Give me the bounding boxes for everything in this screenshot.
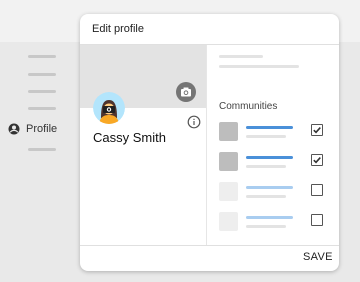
community-thumbnail bbox=[219, 182, 238, 201]
change-cover-button[interactable] bbox=[176, 82, 196, 102]
check-icon bbox=[313, 127, 321, 134]
column-divider bbox=[206, 45, 207, 245]
nav-item-placeholder[interactable] bbox=[28, 148, 56, 151]
info-icon bbox=[187, 115, 201, 129]
account-circle-icon bbox=[8, 123, 20, 135]
nav-item-profile-label: Profile bbox=[26, 123, 58, 135]
nav-item-placeholder[interactable] bbox=[28, 90, 56, 93]
community-detail-placeholder bbox=[246, 225, 286, 228]
camera-icon bbox=[181, 87, 191, 97]
community-checkbox[interactable] bbox=[311, 124, 323, 136]
community-detail-placeholder bbox=[246, 135, 286, 138]
nav-item-placeholder[interactable] bbox=[28, 107, 56, 110]
info-button[interactable] bbox=[187, 115, 201, 129]
community-name-placeholder bbox=[246, 186, 293, 189]
community-thumbnail bbox=[219, 152, 238, 171]
nav-item-placeholder[interactable] bbox=[28, 55, 56, 58]
community-name-placeholder bbox=[246, 126, 293, 129]
check-icon bbox=[313, 157, 321, 164]
communities-heading: Communities bbox=[219, 101, 278, 112]
save-button[interactable]: SAVE bbox=[303, 251, 333, 263]
text-placeholder bbox=[219, 65, 299, 68]
avatar[interactable] bbox=[93, 92, 125, 124]
dialog-title: Edit profile bbox=[92, 23, 144, 35]
community-name-placeholder bbox=[246, 216, 293, 219]
community-thumbnail bbox=[219, 122, 238, 141]
community-checkbox[interactable] bbox=[311, 154, 323, 166]
community-name-placeholder bbox=[246, 156, 293, 159]
edit-profile-dialog: Edit profile Cassy Smith Communities SAV… bbox=[80, 14, 339, 271]
profile-name: Cassy Smith bbox=[93, 130, 166, 145]
community-detail-placeholder bbox=[246, 195, 286, 198]
community-detail-placeholder bbox=[246, 165, 286, 168]
nav-item-placeholder[interactable] bbox=[28, 73, 56, 76]
text-placeholder bbox=[219, 55, 263, 58]
community-checkbox[interactable] bbox=[311, 184, 323, 196]
nav-item-profile[interactable]: Profile bbox=[8, 120, 57, 138]
footer-divider bbox=[80, 245, 339, 246]
community-checkbox[interactable] bbox=[311, 214, 323, 226]
community-thumbnail bbox=[219, 212, 238, 231]
